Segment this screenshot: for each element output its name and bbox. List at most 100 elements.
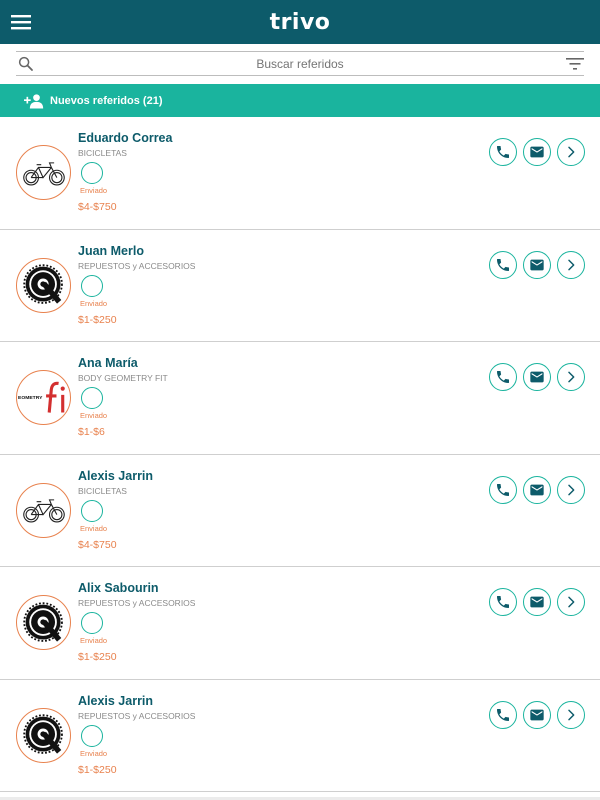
email-button[interactable] (523, 363, 551, 391)
referral-name[interactable]: Eduardo Correa (78, 131, 172, 145)
app-title: trivo (269, 9, 331, 35)
add-person-icon (24, 93, 44, 108)
call-button[interactable] (489, 138, 517, 166)
phone-icon (495, 482, 511, 498)
crankset-icon (21, 262, 67, 308)
price-range: $1-$250 (78, 313, 117, 326)
status-label: Enviado (80, 636, 108, 645)
referral-card[interactable]: Alexis Jarrin REPUESTOS y ACCESORIOS Env… (0, 679, 600, 792)
status-circle (81, 162, 103, 184)
card-actions (489, 363, 585, 391)
referral-category: BICICLETAS (78, 485, 127, 496)
card-actions (489, 700, 585, 729)
bicycle-icon (21, 495, 67, 525)
crankset-icon (21, 600, 67, 646)
chevron-right-icon (563, 144, 579, 160)
new-referrals-header[interactable]: Nuevos referidos (21) (0, 84, 600, 117)
avatar (16, 595, 71, 650)
call-button[interactable] (489, 700, 517, 729)
mail-icon (529, 707, 545, 723)
crankset-icon (21, 712, 67, 758)
geometry-fit-icon (18, 377, 70, 419)
call-button[interactable] (489, 363, 517, 391)
referral-list: Eduardo Correa BICICLETAS Enviado $4-$75… (0, 117, 600, 792)
chevron-right-icon (563, 257, 579, 273)
section-title: Nuevos referidos (21) (50, 94, 163, 107)
phone-icon (495, 707, 511, 723)
avatar (16, 707, 71, 763)
status-circle (81, 724, 103, 747)
referral-name[interactable]: Ana María (78, 356, 138, 370)
email-button[interactable] (523, 138, 551, 166)
bicycle-icon (21, 158, 67, 188)
call-button[interactable] (489, 475, 517, 504)
phone-icon (495, 144, 511, 160)
details-button[interactable] (557, 700, 585, 729)
status-label: Enviado (80, 186, 108, 195)
chevron-right-icon (563, 707, 579, 723)
avatar (16, 257, 71, 313)
status-circle (81, 274, 103, 297)
mail-icon (529, 144, 545, 160)
mail-icon (529, 594, 545, 610)
avatar (16, 370, 71, 425)
price-range: $4-$750 (78, 538, 117, 551)
price-range: $1-$250 (78, 651, 117, 663)
search-input[interactable] (16, 52, 584, 75)
referral-card[interactable]: Juan Merlo REPUESTOS y ACCESORIOS Enviad… (0, 229, 600, 342)
chevron-right-icon (563, 369, 579, 385)
phone-icon (495, 369, 511, 385)
search-icon (18, 56, 33, 71)
referral-name[interactable]: Alexis Jarrin (78, 469, 153, 483)
avatar (16, 145, 71, 200)
referral-category: REPUESTOS y ACCESORIOS (78, 598, 196, 608)
card-actions (489, 250, 585, 279)
referral-name[interactable]: Alix Sabourin (78, 581, 159, 595)
details-button[interactable] (557, 588, 585, 616)
status-circle (81, 612, 103, 634)
details-button[interactable] (557, 475, 585, 504)
email-button[interactable] (523, 700, 551, 729)
card-actions (489, 475, 585, 504)
status-label: Enviado (80, 411, 108, 420)
referral-name[interactable]: Juan Merlo (78, 244, 144, 258)
call-button[interactable] (489, 588, 517, 616)
referral-card[interactable]: Alix Sabourin REPUESTOS y ACCESORIOS Env… (0, 567, 600, 680)
chevron-right-icon (563, 594, 579, 610)
status-label: Enviado (80, 298, 108, 308)
menu-icon[interactable] (8, 9, 34, 35)
details-button[interactable] (557, 138, 585, 166)
avatar (16, 482, 71, 538)
referral-category: REPUESTOS y ACCESORIOS (78, 260, 196, 271)
app-bar: trivo (0, 0, 600, 44)
status-circle (81, 499, 103, 522)
mail-icon (529, 369, 545, 385)
referral-category: BODY GEOMETRY FIT (78, 373, 168, 383)
email-button[interactable] (523, 250, 551, 279)
phone-icon (495, 257, 511, 273)
status-label: Enviado (80, 523, 108, 533)
email-button[interactable] (523, 588, 551, 616)
referral-category: REPUESTOS y ACCESORIOS (78, 710, 196, 721)
price-range: $4-$750 (78, 201, 117, 213)
referral-category: BICICLETAS (78, 148, 127, 158)
chevron-right-icon (563, 482, 579, 498)
card-actions (489, 138, 585, 166)
details-button[interactable] (557, 363, 585, 391)
call-button[interactable] (489, 250, 517, 279)
mail-icon (529, 257, 545, 273)
referral-card[interactable]: Ana María BODY GEOMETRY FIT Enviado $1-$… (0, 342, 600, 455)
phone-icon (495, 594, 511, 610)
referral-card[interactable]: Alexis Jarrin BICICLETAS Enviado $4-$750 (0, 454, 600, 567)
referral-name[interactable]: Alexis Jarrin (78, 694, 153, 708)
price-range: $1-$250 (78, 763, 117, 776)
search-bar (16, 51, 584, 76)
price-range: $1-$6 (78, 426, 105, 438)
email-button[interactable] (523, 475, 551, 504)
mail-icon (529, 482, 545, 498)
filter-icon[interactable] (566, 56, 584, 72)
details-button[interactable] (557, 250, 585, 279)
referral-card[interactable]: Eduardo Correa BICICLETAS Enviado $4-$75… (0, 117, 600, 230)
status-circle (81, 387, 103, 409)
status-label: Enviado (80, 748, 108, 758)
